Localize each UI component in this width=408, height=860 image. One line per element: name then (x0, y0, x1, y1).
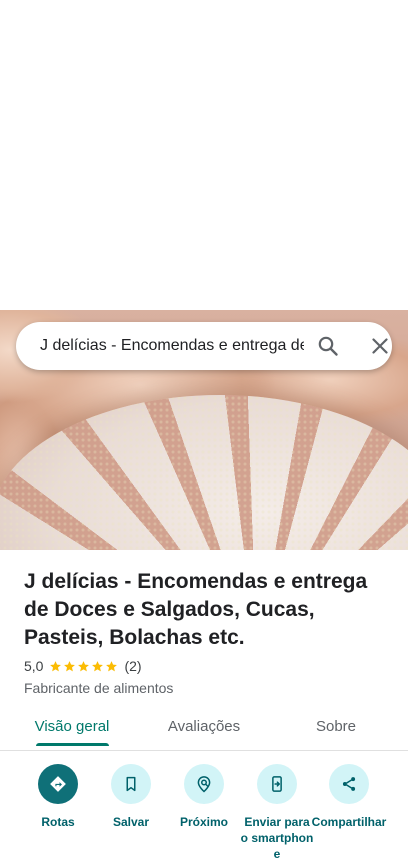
active-tab-indicator (36, 743, 109, 746)
nearby-button[interactable]: Próximo (166, 764, 242, 830)
action-label: Próximo (179, 815, 228, 829)
bookmark-icon (111, 764, 151, 804)
share-icon (329, 764, 369, 804)
star-icon (78, 660, 90, 671)
action-label: Salvar (112, 815, 150, 829)
place-category: Fabricante de alimentos (24, 680, 174, 696)
action-label: Compartilhar (311, 815, 387, 829)
share-button[interactable]: Compartilhar (311, 764, 387, 830)
directions-button[interactable]: Rotas (20, 764, 96, 830)
search-bar[interactable]: J delícias - Encomendas e entrega de Doc… (16, 322, 392, 370)
tab-reviews[interactable]: Avaliações (156, 704, 252, 750)
bread-photo-detail (0, 395, 408, 550)
star-icon (50, 660, 62, 671)
review-count[interactable]: (2) (124, 658, 141, 674)
search-input[interactable]: J delícias - Encomendas e entrega de Doc… (40, 322, 304, 370)
search-icon[interactable] (316, 334, 340, 358)
tab-about[interactable]: Sobre (288, 704, 384, 750)
send-to-phone-icon (257, 764, 297, 804)
rating-row[interactable]: 5,0 (2) (24, 657, 142, 675)
action-label: Enviar para o smartphone (240, 815, 314, 860)
place-title: J delícias - Encomendas e entrega de Doc… (24, 570, 368, 649)
action-bar: Rotas Salvar Próximo Enviar para o smart… (0, 764, 408, 860)
blank-map-area (0, 0, 408, 310)
star-icon (92, 660, 104, 671)
directions-icon (38, 764, 78, 804)
action-label: Rotas (41, 815, 75, 829)
close-icon[interactable] (368, 334, 392, 358)
rating-value: 5,0 (24, 658, 44, 674)
nearby-icon (184, 764, 224, 804)
save-button[interactable]: Salvar (93, 764, 169, 830)
star-icon (64, 660, 76, 671)
star-icon (106, 660, 118, 671)
rating-stars (49, 660, 119, 673)
send-to-phone-button[interactable]: Enviar para o smartphone (239, 764, 315, 860)
